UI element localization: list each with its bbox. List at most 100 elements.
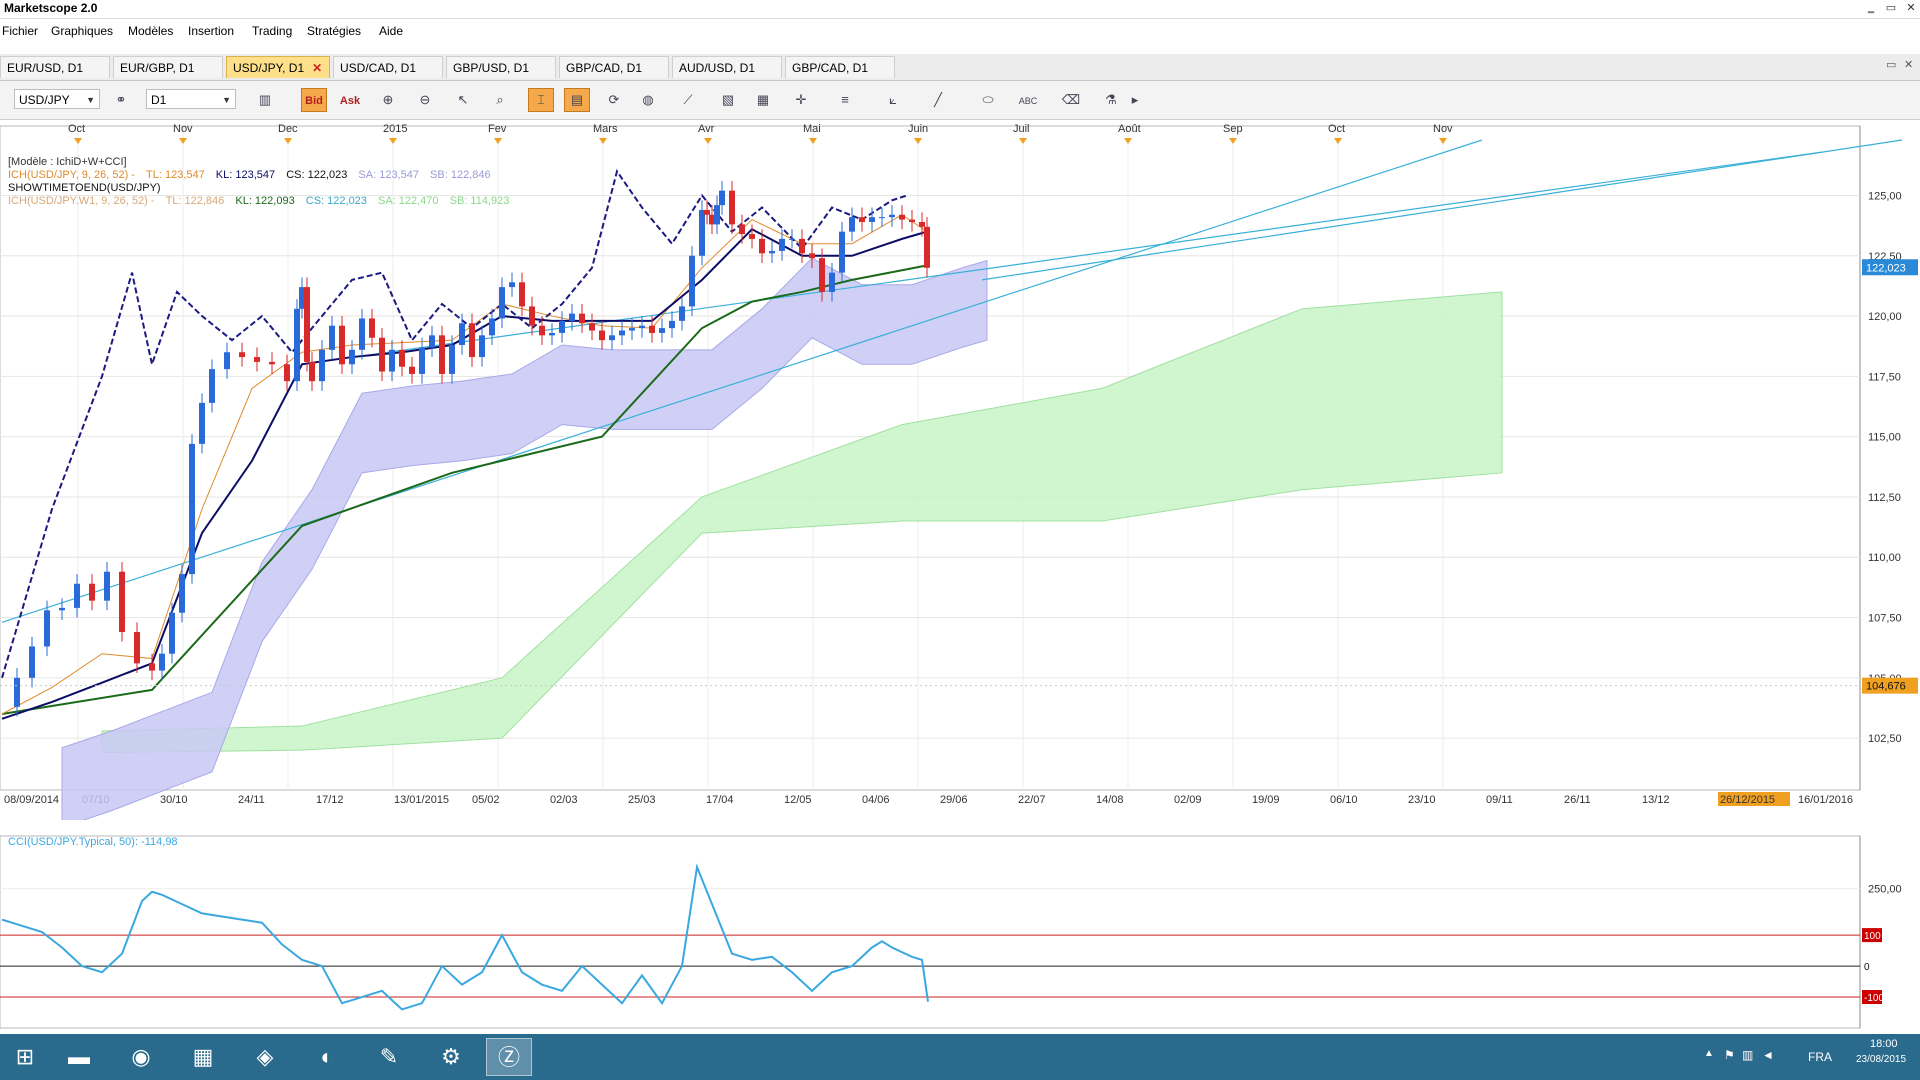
tab-gbpcad-2[interactable]: GBP/CAD, D1 bbox=[785, 56, 895, 78]
tab-gbpcad[interactable]: GBP/CAD, D1 bbox=[559, 56, 669, 78]
candle-body bbox=[209, 369, 215, 403]
candle-body bbox=[759, 238, 765, 254]
comment-icon[interactable]: ▤ bbox=[564, 88, 590, 112]
restore-button[interactable]: ▭ bbox=[1882, 1, 1900, 15]
close-tab-icon[interactable]: ✕ bbox=[312, 61, 322, 75]
date-tick-label: 16/01/2016 bbox=[1798, 794, 1853, 806]
cci-chart-svg[interactable]: 100 0 -100 250,00 bbox=[0, 832, 1920, 1032]
trend-tools-icon[interactable]: ⟀ bbox=[880, 88, 906, 112]
date-tick-label: 09/11 bbox=[1486, 794, 1513, 806]
candle-body bbox=[529, 306, 535, 326]
tab-audusd[interactable]: AUD/USD, D1 bbox=[672, 56, 782, 78]
date-tick-label: 25/03 bbox=[628, 794, 656, 806]
candle-body bbox=[659, 328, 665, 333]
marketscope-icon[interactable]: Ⓩ bbox=[486, 1038, 532, 1076]
menu-fichier[interactable]: Fichier bbox=[2, 24, 38, 38]
ich-weekly-legend: ICH(USD/JPY.W1, 9, 26, 52) - TL: 122,846… bbox=[8, 195, 509, 207]
network-icon[interactable]: ▥ bbox=[1742, 1048, 1753, 1062]
image-icon[interactable]: ▧ bbox=[715, 88, 741, 112]
price-chart-svg[interactable]: 125,00122,50120,00117,50115,00112,50110,… bbox=[0, 120, 1920, 829]
menu-modeles[interactable]: Modèles bbox=[128, 24, 173, 38]
tray-arrow-icon[interactable]: ▲ bbox=[1704, 1048, 1714, 1059]
volume-icon[interactable]: ◄ bbox=[1762, 1048, 1774, 1062]
menu-trading[interactable]: Trading bbox=[252, 24, 292, 38]
instrument-select[interactable]: USD/JPY ▼ bbox=[14, 89, 100, 109]
indicators-icon[interactable]: ⚗ bbox=[1098, 88, 1124, 112]
timeframe-select[interactable]: D1 ▼ bbox=[146, 89, 236, 109]
nvidia-icon[interactable]: ◐ bbox=[304, 1038, 350, 1076]
date-tick-label: 22/07 bbox=[1018, 794, 1046, 806]
month-tick-label: Nov bbox=[173, 123, 193, 135]
firefox-icon[interactable]: ◉ bbox=[118, 1038, 164, 1076]
tabs-close-icon[interactable]: ✕ bbox=[1904, 58, 1913, 71]
marker-price-label: 104,676 bbox=[1866, 681, 1906, 693]
globe-icon[interactable]: ◍ bbox=[635, 88, 661, 112]
candle-body bbox=[359, 318, 365, 350]
paint-icon[interactable]: ✎ bbox=[366, 1038, 412, 1076]
month-tick-label: Nov bbox=[1433, 123, 1453, 135]
language-indicator[interactable]: FRA bbox=[1808, 1050, 1832, 1064]
refresh-icon[interactable]: ⟳ bbox=[601, 88, 627, 112]
bid-button[interactable]: Bid bbox=[301, 88, 327, 112]
text-tool-icon[interactable]: ABC bbox=[1015, 88, 1041, 112]
candle-body bbox=[689, 255, 695, 307]
calculator-icon[interactable]: ▦ bbox=[180, 1038, 226, 1076]
date-tick-label: 19/09 bbox=[1252, 794, 1280, 806]
clock-time[interactable]: 18:00 bbox=[1870, 1038, 1898, 1050]
tab-gbpusd[interactable]: GBP/USD, D1 bbox=[446, 56, 556, 78]
candle-body bbox=[539, 325, 545, 336]
ich-daily-cs: CS: 122,023 bbox=[286, 169, 348, 181]
link-chart-icon[interactable]: ⚭ bbox=[108, 88, 134, 112]
tab-usdjpy[interactable]: USD/JPY, D1 ✕ bbox=[226, 56, 330, 78]
app-diamond-icon[interactable]: ◈ bbox=[242, 1038, 288, 1076]
zoom-out-icon[interactable]: ⊖ bbox=[412, 88, 438, 112]
ask-button[interactable]: Ask bbox=[337, 88, 363, 112]
menu-graphiques[interactable]: Graphiques bbox=[51, 24, 113, 38]
tabs-minimize-icon[interactable]: ▭ bbox=[1886, 58, 1896, 71]
file-explorer-icon[interactable]: ▬ bbox=[56, 1038, 102, 1076]
eraser-icon[interactable]: ⌫ bbox=[1058, 88, 1084, 112]
cci-level-label: 100 bbox=[1864, 931, 1881, 942]
price-tick-label: 117,50 bbox=[1868, 371, 1901, 383]
flag-icon[interactable]: ⚑ bbox=[1724, 1048, 1735, 1062]
candle-body bbox=[579, 313, 585, 324]
magnifier-icon[interactable]: ⌕ bbox=[487, 88, 513, 112]
crosshair-icon[interactable]: ✛ bbox=[788, 88, 814, 112]
line-tool-icon[interactable]: ╱ bbox=[925, 88, 951, 112]
candle-body bbox=[29, 646, 35, 678]
menu-strategies[interactable]: Stratégies bbox=[307, 24, 361, 38]
showtime-label: SHOWTIMETOEND(USD/JPY) bbox=[8, 182, 161, 194]
month-tick-label: Sep bbox=[1223, 123, 1243, 135]
price-chart[interactable]: 125,00 122,50 120,00 117,50 115,00 112,50 110,… bbox=[0, 120, 1920, 829]
ruler-icon[interactable]: ⟋ bbox=[675, 88, 701, 112]
lines-icon[interactable]: ≡ bbox=[832, 88, 858, 112]
date-tick-label: 02/09 bbox=[1174, 794, 1202, 806]
candle-body bbox=[549, 332, 555, 336]
toolbar-more-icon[interactable]: ▸ bbox=[1128, 88, 1142, 112]
cci-chart[interactable]: 100 0 -100 250,00 CCI(USD/JPY.Typical, 50):… bbox=[0, 832, 1920, 1032]
cci-level-label: 0 bbox=[1864, 962, 1870, 973]
windows-start-icon[interactable]: ⊞ bbox=[2, 1038, 48, 1076]
month-tick-label: Fev bbox=[488, 123, 507, 135]
price-tick-label: 110,00 bbox=[1868, 552, 1901, 564]
ich-daily-kl: KL: 123,547 bbox=[215, 169, 276, 181]
cursor-icon[interactable]: ↖ bbox=[450, 88, 476, 112]
tab-eurgbp[interactable]: EUR/GBP, D1 bbox=[113, 56, 223, 78]
chart-type-icon[interactable]: ▥ bbox=[252, 88, 278, 112]
menu-insertion[interactable]: Insertion bbox=[188, 24, 234, 38]
tab-eurusd[interactable]: EUR/USD, D1 bbox=[0, 56, 110, 78]
close-button[interactable]: ✕ bbox=[1902, 1, 1920, 15]
print-icon[interactable]: ▦ bbox=[750, 88, 776, 112]
candle-body bbox=[189, 443, 195, 575]
candle-body bbox=[819, 258, 825, 292]
candle-body bbox=[809, 253, 815, 259]
tab-usdcad[interactable]: USD/CAD, D1 bbox=[333, 56, 443, 78]
steam-icon[interactable]: ⚙ bbox=[428, 1038, 474, 1076]
minimize-button[interactable]: ‗ bbox=[1862, 1, 1880, 15]
menu-aide[interactable]: Aide bbox=[379, 24, 403, 38]
clock-date[interactable]: 23/08/2015 bbox=[1856, 1054, 1906, 1065]
timeline-icon[interactable]: ⌶ bbox=[528, 88, 554, 112]
tab-label: EUR/USD, D1 bbox=[7, 61, 84, 75]
zoom-in-icon[interactable]: ⊕ bbox=[375, 88, 401, 112]
ellipse-icon[interactable]: ⬭ bbox=[975, 88, 1001, 112]
